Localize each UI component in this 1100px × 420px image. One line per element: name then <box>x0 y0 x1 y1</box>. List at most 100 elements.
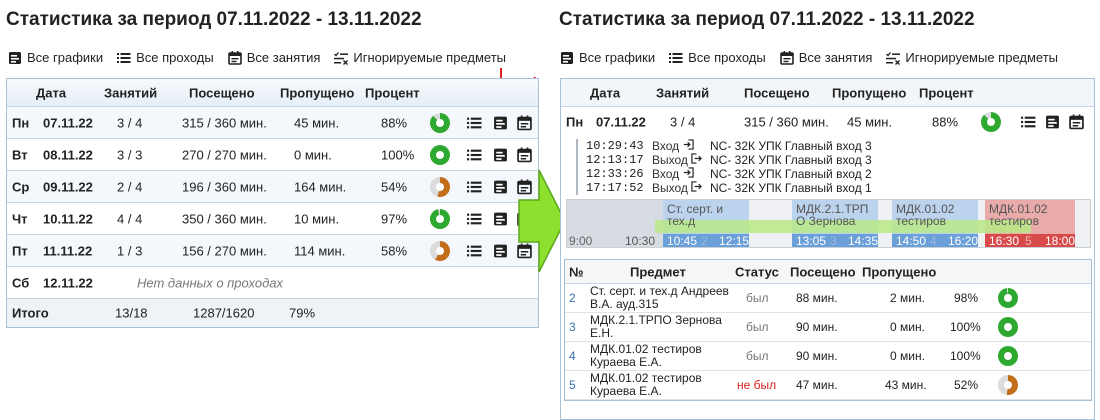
row-percent: 88% <box>381 115 408 130</box>
list-icon[interactable] <box>467 179 482 194</box>
sub-attended: 47 мин. <box>796 378 838 392</box>
row-missed: 45 мин. <box>294 115 340 130</box>
toolbar: Все графики Все проходы Все занятия Игно… <box>8 50 506 65</box>
chart-doc-icon <box>9 51 21 64</box>
sub-subject: МДК.01.02 тестиров Кураева Е.А. <box>590 342 702 369</box>
timeline-end-4: 16:20 <box>948 234 979 248</box>
total-attended: 1287/1620 <box>193 305 255 321</box>
visit-place: NC- 32К УПК Главный вход 3 <box>710 153 872 167</box>
table-body: Пн 07.11.22 3 / 4 315 / 360 мин. 45 мин.… <box>7 107 538 267</box>
all-charts-button[interactable]: Все графики <box>8 50 103 65</box>
chart-doc-icon[interactable] <box>493 115 508 130</box>
sub-missed: 0 мин. <box>890 349 925 363</box>
visits-log: 10:29:43 Вход NC- 32К УПК Главный вход 3… <box>576 139 872 195</box>
timeline-end-1: 10:30 <box>625 234 656 248</box>
table-row[interactable]: Чт 10.11.22 4 / 4 350 / 360 мин. 10 мин.… <box>7 203 538 235</box>
row-missed: 164 мин. <box>294 179 347 194</box>
all-charts-label: Все графики <box>579 50 656 65</box>
timeline-label-5: МДК.01.02 тестиров <box>989 202 1048 228</box>
enter-icon <box>683 139 694 150</box>
checklist-cross-icon <box>886 51 901 65</box>
visit-time: 12:33:26 <box>586 167 644 181</box>
calendar-icon[interactable] <box>517 115 532 130</box>
sub-subject: МДК.01.02 тестиров Кураева Е.А. <box>590 371 702 398</box>
timeline-start-5: 16:30 <box>989 234 1020 248</box>
list-icon <box>117 52 131 63</box>
visit-kind: Вход <box>652 167 704 181</box>
sub-attended: 88 мин. <box>796 291 838 305</box>
timeline-end-2: 12:15 <box>719 234 750 248</box>
row-day: Вт <box>12 147 28 162</box>
row-attended: 270 / 270 мин. <box>182 147 267 162</box>
sub-missed: 43 мин. <box>885 378 927 392</box>
table-row[interactable]: Вт 08.11.22 3 / 3 270 / 270 мин. 0 мин. … <box>7 139 538 171</box>
list-icon[interactable] <box>467 211 482 226</box>
subtable-body: 2 Ст. серт. и тех.д Андреев В.А. ауд.315… <box>565 284 1091 400</box>
subtable-row: 5 МДК.01.02 тестиров Кураева Е.А. не был… <box>565 371 1091 400</box>
sub-percent: 100% <box>950 349 981 363</box>
header-missed: Пропущено <box>832 85 907 100</box>
timeline-end-5: 18:00 <box>1045 234 1076 248</box>
sub-percent: 100% <box>950 320 981 334</box>
timeline-num-2: 2 <box>701 234 708 248</box>
all-lessons-label: Все занятия <box>798 50 873 65</box>
list-icon[interactable] <box>467 243 482 258</box>
ignored-subjects-label: Игнорируемые предметы <box>905 50 1059 65</box>
expanded-day-row[interactable]: Пн 07.11.22 3 / 4 315 / 360 мин. 45 мин.… <box>561 107 1094 137</box>
row-percent: 58% <box>381 243 408 258</box>
ignored-subjects-button[interactable]: Игнорируемые предметы <box>334 50 506 65</box>
visit-kind-label: Выход <box>652 181 688 195</box>
total-label: Итого <box>12 305 49 321</box>
row-day: Пн <box>12 115 30 130</box>
header-missed: Пропущено <box>280 85 355 100</box>
total-percent: 79% <box>289 305 316 321</box>
header-date: Дата <box>36 85 67 100</box>
list-icon[interactable] <box>1021 115 1036 130</box>
row-day: Сб <box>12 275 30 290</box>
table-row[interactable]: Пт 11.11.22 1 / 3 156 / 270 мин. 114 мин… <box>7 235 538 267</box>
percent-ring-icon <box>998 346 1018 366</box>
list-icon[interactable] <box>467 115 482 130</box>
row-missed: 0 мин. <box>294 147 332 162</box>
all-charts-button-right[interactable]: Все графики <box>560 50 655 65</box>
all-passes-button-right[interactable]: Все проходы <box>669 50 766 65</box>
sub-num: 2 <box>569 291 576 305</box>
all-lessons-button-right[interactable]: Все занятия <box>779 50 873 65</box>
chart-doc-icon[interactable] <box>493 211 508 226</box>
chart-doc-icon[interactable] <box>493 243 508 258</box>
sub-header-attended: Посещено <box>790 264 856 279</box>
header-lessons: Занятий <box>104 85 158 100</box>
calendar-icon[interactable] <box>517 147 532 162</box>
sub-header-status: Статус <box>735 264 779 279</box>
chart-doc-icon[interactable] <box>493 147 508 162</box>
sub-status: был <box>746 349 769 363</box>
all-passes-label: Все проходы <box>688 50 766 65</box>
row-attended: 156 / 270 мин. <box>182 243 267 258</box>
chart-doc-icon[interactable] <box>493 179 508 194</box>
row-percent: 97% <box>381 211 408 226</box>
day-timeline: 9:00 10:30 Ст. серт. и тех.д 10:45 2 12:… <box>566 199 1091 248</box>
timeline-start-2: 10:45 <box>667 234 698 248</box>
visit-kind-label: Выход <box>652 153 688 167</box>
table-row[interactable]: Пн 07.11.22 3 / 4 315 / 360 мин. 45 мин.… <box>7 107 538 139</box>
table-row[interactable]: Ср 09.11.22 2 / 4 196 / 360 мин. 164 мин… <box>7 171 538 203</box>
timeline-num-4: 4 <box>930 234 937 248</box>
sub-status: был <box>746 291 769 305</box>
percent-ring-icon <box>998 317 1018 337</box>
calendar-icon[interactable] <box>1069 114 1084 130</box>
row-day: Пт <box>12 243 28 258</box>
list-icon[interactable] <box>467 147 482 162</box>
table-row-saturday: Сб 12.11.22 Нет данных о проходах <box>7 267 538 299</box>
chart-doc-icon[interactable] <box>1045 115 1060 130</box>
row-attended: 350 / 360 мин. <box>182 211 267 226</box>
visit-place: NC- 32К УПК Главный вход 3 <box>710 139 872 153</box>
row-date: 10.11.22 <box>43 211 93 226</box>
all-lessons-button[interactable]: Все занятия <box>227 50 320 65</box>
all-passes-button[interactable]: Все проходы <box>117 50 214 65</box>
ignored-subjects-button-right[interactable]: Игнорируемые предметы <box>886 50 1058 65</box>
visit-entry: 10:29:43 Вход NC- 32К УПК Главный вход 3 <box>586 139 872 153</box>
stats-table-expanded: Дата Занятий Посещено Пропущено Процент … <box>560 78 1095 420</box>
row-attended: 315 / 360 мин. <box>744 114 829 130</box>
percent-ring-icon <box>981 112 1001 132</box>
sub-percent: 98% <box>954 291 979 305</box>
